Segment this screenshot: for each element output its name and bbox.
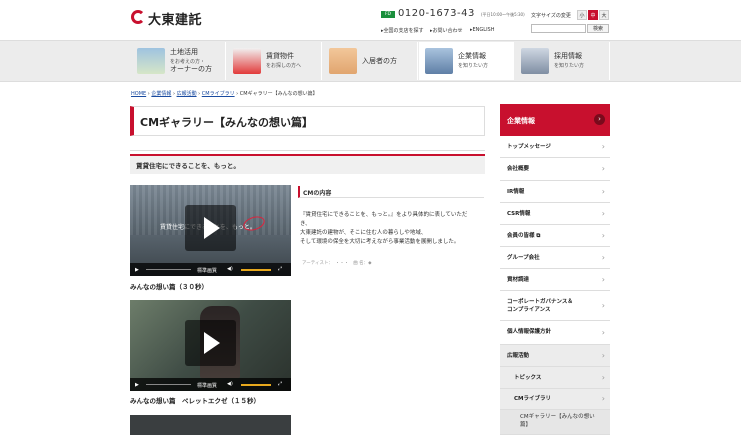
link-branch-search[interactable]: ▸全国の支店を探す: [381, 27, 424, 34]
chevron-right-icon: ›: [601, 187, 605, 196]
volume-slider[interactable]: [241, 384, 271, 386]
freedial-badge: FD: [381, 11, 395, 18]
chevron-right-icon: ›: [601, 275, 605, 284]
sidebar-item-cm-gallery[interactable]: CMギャラリー【みんなの想い 篇】: [500, 410, 610, 435]
link-english[interactable]: ▸ENGLISH: [470, 27, 494, 33]
cm-line: 大東建託の建物が、そこに住む人の暮らしや地域、: [300, 230, 427, 236]
sidebar-item-csr[interactable]: CSR情報 ›: [500, 203, 610, 225]
company-thumb-icon: [425, 48, 453, 74]
sidebar-item-cm-library[interactable]: CMライブラリ ›: [500, 389, 610, 410]
nav-rental-search[interactable]: 賃貸物件 をお探しの方へ: [227, 42, 322, 80]
video-caption-2: みんなの想い篇 ペレットエクゼ（１５秒）: [130, 397, 260, 405]
cm-line: 『賃貸住宅にできることを、もっと。』をより具体的に表していただ: [300, 212, 468, 218]
video-player-1[interactable]: 賃貸住宅にできることを、もっと。 ▶ 標準画質 ◀) ⤢: [130, 185, 291, 276]
chevron-right-icon: ›: [601, 301, 605, 310]
search-button[interactable]: 検索: [587, 24, 609, 33]
phone-number: 0120-1673-43: [398, 8, 475, 19]
crumb-cm-library[interactable]: CMライブラリ: [202, 91, 235, 97]
seek-bar[interactable]: [146, 384, 191, 385]
video-caption-1: みんなの想い篇（３０秒）: [130, 283, 208, 291]
logo-text[interactable]: 大東建託: [148, 9, 202, 28]
volume-icon[interactable]: ◀): [227, 266, 233, 272]
crumb-company[interactable]: 企業情報: [151, 91, 171, 97]
sidebar-item-ir[interactable]: IR情報 ›: [500, 181, 610, 203]
chevron-right-icon: ›: [601, 231, 605, 240]
sidebar-item-procurement[interactable]: 資材調達 ›: [500, 269, 610, 291]
play-icon[interactable]: [185, 205, 236, 251]
nav-landowner[interactable]: 土地活用 をお考えの方・ オーナーの方: [131, 42, 226, 80]
sidebar-title: 企業情報: [507, 117, 535, 125]
sidebar-item-topics[interactable]: トピックス ›: [500, 367, 610, 389]
link-contact[interactable]: ▸お問い合わせ: [430, 27, 463, 34]
logo-icon[interactable]: [131, 10, 145, 24]
play-icon[interactable]: [185, 320, 236, 366]
sidebar-item-members[interactable]: 会員の皆様 ⧉ ›: [500, 225, 610, 247]
cm-line: き、: [300, 221, 311, 227]
volume-slider[interactable]: [241, 269, 271, 271]
divider: [130, 150, 485, 151]
video-controls: ▶ 標準画質 ◀) ⤢: [130, 378, 291, 391]
font-size-small-button[interactable]: 小: [577, 10, 587, 20]
sidebar-item-governance[interactable]: コーポレートガバナンス＆ コンプライアンス ›: [500, 291, 610, 321]
video-player-3[interactable]: [130, 415, 291, 435]
play-small-icon[interactable]: ▶: [135, 382, 139, 388]
quality-label[interactable]: 標準画質: [197, 267, 217, 274]
sidebar-item-group[interactable]: グループ会社 ›: [500, 247, 610, 269]
residents-thumb-icon: [329, 48, 357, 74]
font-size-medium-button[interactable]: 中: [588, 10, 598, 20]
sidebar-item-company-profile[interactable]: 会社概要 ›: [500, 158, 610, 181]
fullscreen-icon[interactable]: ⤢: [278, 266, 282, 272]
crumb-current: CMギャラリー【みんなの想い篇】: [239, 91, 318, 97]
chevron-right-icon: ›: [601, 209, 605, 218]
search-input[interactable]: [531, 24, 586, 33]
crumb-pr[interactable]: 広報活動: [177, 91, 197, 97]
play-small-icon[interactable]: ▶: [135, 267, 139, 273]
sub-heading: 賃貸住宅にできることを、もっと。: [136, 162, 240, 170]
video-player-2[interactable]: ▶ 標準画質 ◀) ⤢: [130, 300, 291, 391]
sidebar-item-privacy[interactable]: 個人情報保護方針 ›: [500, 321, 610, 345]
font-size-label: 文字サイズの変更: [531, 13, 571, 19]
chevron-right-icon: ›: [601, 373, 605, 382]
cm-line: そして環境の保全を大切に考えながら事業活動を展開しました。: [300, 239, 460, 245]
chevron-right-icon: ›: [601, 142, 605, 151]
volume-icon[interactable]: ◀): [227, 381, 233, 387]
rental-logo-icon: [233, 48, 261, 74]
cm-content-body: 『賃貸住宅にできることを、もっと。』をより具体的に表していただ き、 大東建託の…: [300, 211, 486, 247]
chevron-right-icon: ›: [601, 253, 605, 262]
sidebar-item-top-message[interactable]: トップメッセージ ›: [500, 137, 610, 158]
chevron-right-icon: ›: [601, 351, 605, 360]
page-title: CMギャラリー【みんなの想い篇】: [140, 116, 314, 129]
chevron-right-icon: ›: [601, 328, 605, 337]
quality-label[interactable]: 標準画質: [197, 382, 217, 389]
crumb-home[interactable]: HOME: [131, 91, 146, 97]
sidebar-item-pr[interactable]: 広報活動 ›: [500, 345, 610, 367]
fullscreen-icon[interactable]: ⤢: [278, 381, 282, 387]
video-controls: ▶ 標準画質 ◀) ⤢: [130, 263, 291, 276]
chevron-right-icon[interactable]: ›: [594, 114, 605, 125]
nav-residents[interactable]: 入居者の方: [323, 42, 418, 80]
cm-artist: アーティスト： ・・・ 曲 名：◆: [302, 261, 372, 266]
font-size-large-button[interactable]: 大: [599, 10, 609, 20]
seek-bar[interactable]: [146, 269, 191, 270]
cm-content-heading: CMの内容: [303, 190, 332, 197]
breadcrumb: HOME › 企業情報 › 広報活動 › CMライブラリ › CMギャラリー【み…: [131, 91, 318, 97]
recruit-thumb-icon: [521, 48, 549, 74]
nav-recruit[interactable]: 採用情報 を知りたい方: [515, 42, 610, 80]
nav-company[interactable]: 企業情報 を知りたい方: [419, 42, 514, 80]
house-thumb-icon: [137, 48, 165, 74]
phone-hours: (平日10:00〜午後5:30): [481, 12, 525, 17]
chevron-right-icon: ›: [601, 394, 605, 403]
chevron-right-icon: ›: [601, 164, 605, 173]
